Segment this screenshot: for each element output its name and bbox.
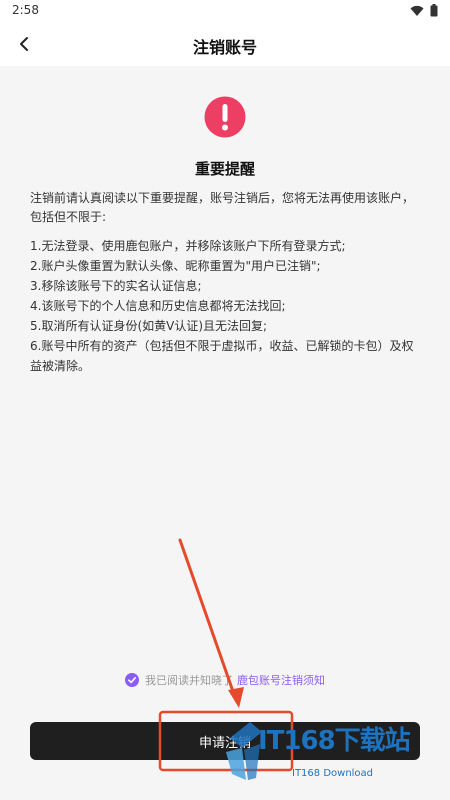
notice-title: 重要提醒 [194, 160, 255, 178]
status-bar: 2:58 [0, 0, 450, 22]
page-title: 注销账号 [192, 38, 257, 57]
exclamation-icon [204, 96, 246, 138]
watermark-subtext: IT168 Download [292, 768, 374, 779]
nav-bar: 注销账号 [0, 22, 450, 66]
status-icons [410, 4, 438, 17]
notice-intro: 注销前请认真阅读以下重要提醒，账号注销后，您将无法再使用该账户，包括但不限于: [30, 191, 415, 224]
battery-icon [430, 4, 438, 17]
notice-list: 1.无法登录、使用鹿包账户，并移除该账户下所有登录方式; 2.账户头像重置为默认… [30, 236, 422, 376]
list-item: 5.取消所有认证身份(如黄V认证)且无法回复; [30, 319, 268, 333]
wifi-icon [410, 5, 424, 16]
agreement-link[interactable]: 鹿包账号注销须知 [237, 672, 325, 688]
status-time: 2:58 [12, 3, 39, 17]
apply-button-label: 申请注销 [198, 735, 251, 751]
list-item: 6.账号中所有的资产（包括但不限于虚拟币，收益、已解锁的卡包）及权益被清除。 [30, 339, 414, 373]
agreement-text: 我已阅读并知晓了 [145, 674, 233, 687]
annotation-arrowhead [228, 687, 244, 708]
list-item: 4.该账号下的个人信息和历史信息都将无法找回; [30, 299, 286, 313]
check-circle-icon[interactable] [125, 673, 139, 687]
agreement-row: 我已阅读并知晓了 鹿包账号注销须知 [0, 672, 450, 688]
list-item: 3.移除该账号下的实名认证信息; [30, 279, 202, 293]
apply-cancel-account-button[interactable]: 申请注销 [30, 722, 420, 760]
list-item: 2.账户头像重置为默认头像、昵称重置为"用户已注销"; [30, 259, 321, 273]
list-item: 1.无法登录、使用鹿包账户，并移除该账户下所有登录方式; [30, 239, 346, 253]
